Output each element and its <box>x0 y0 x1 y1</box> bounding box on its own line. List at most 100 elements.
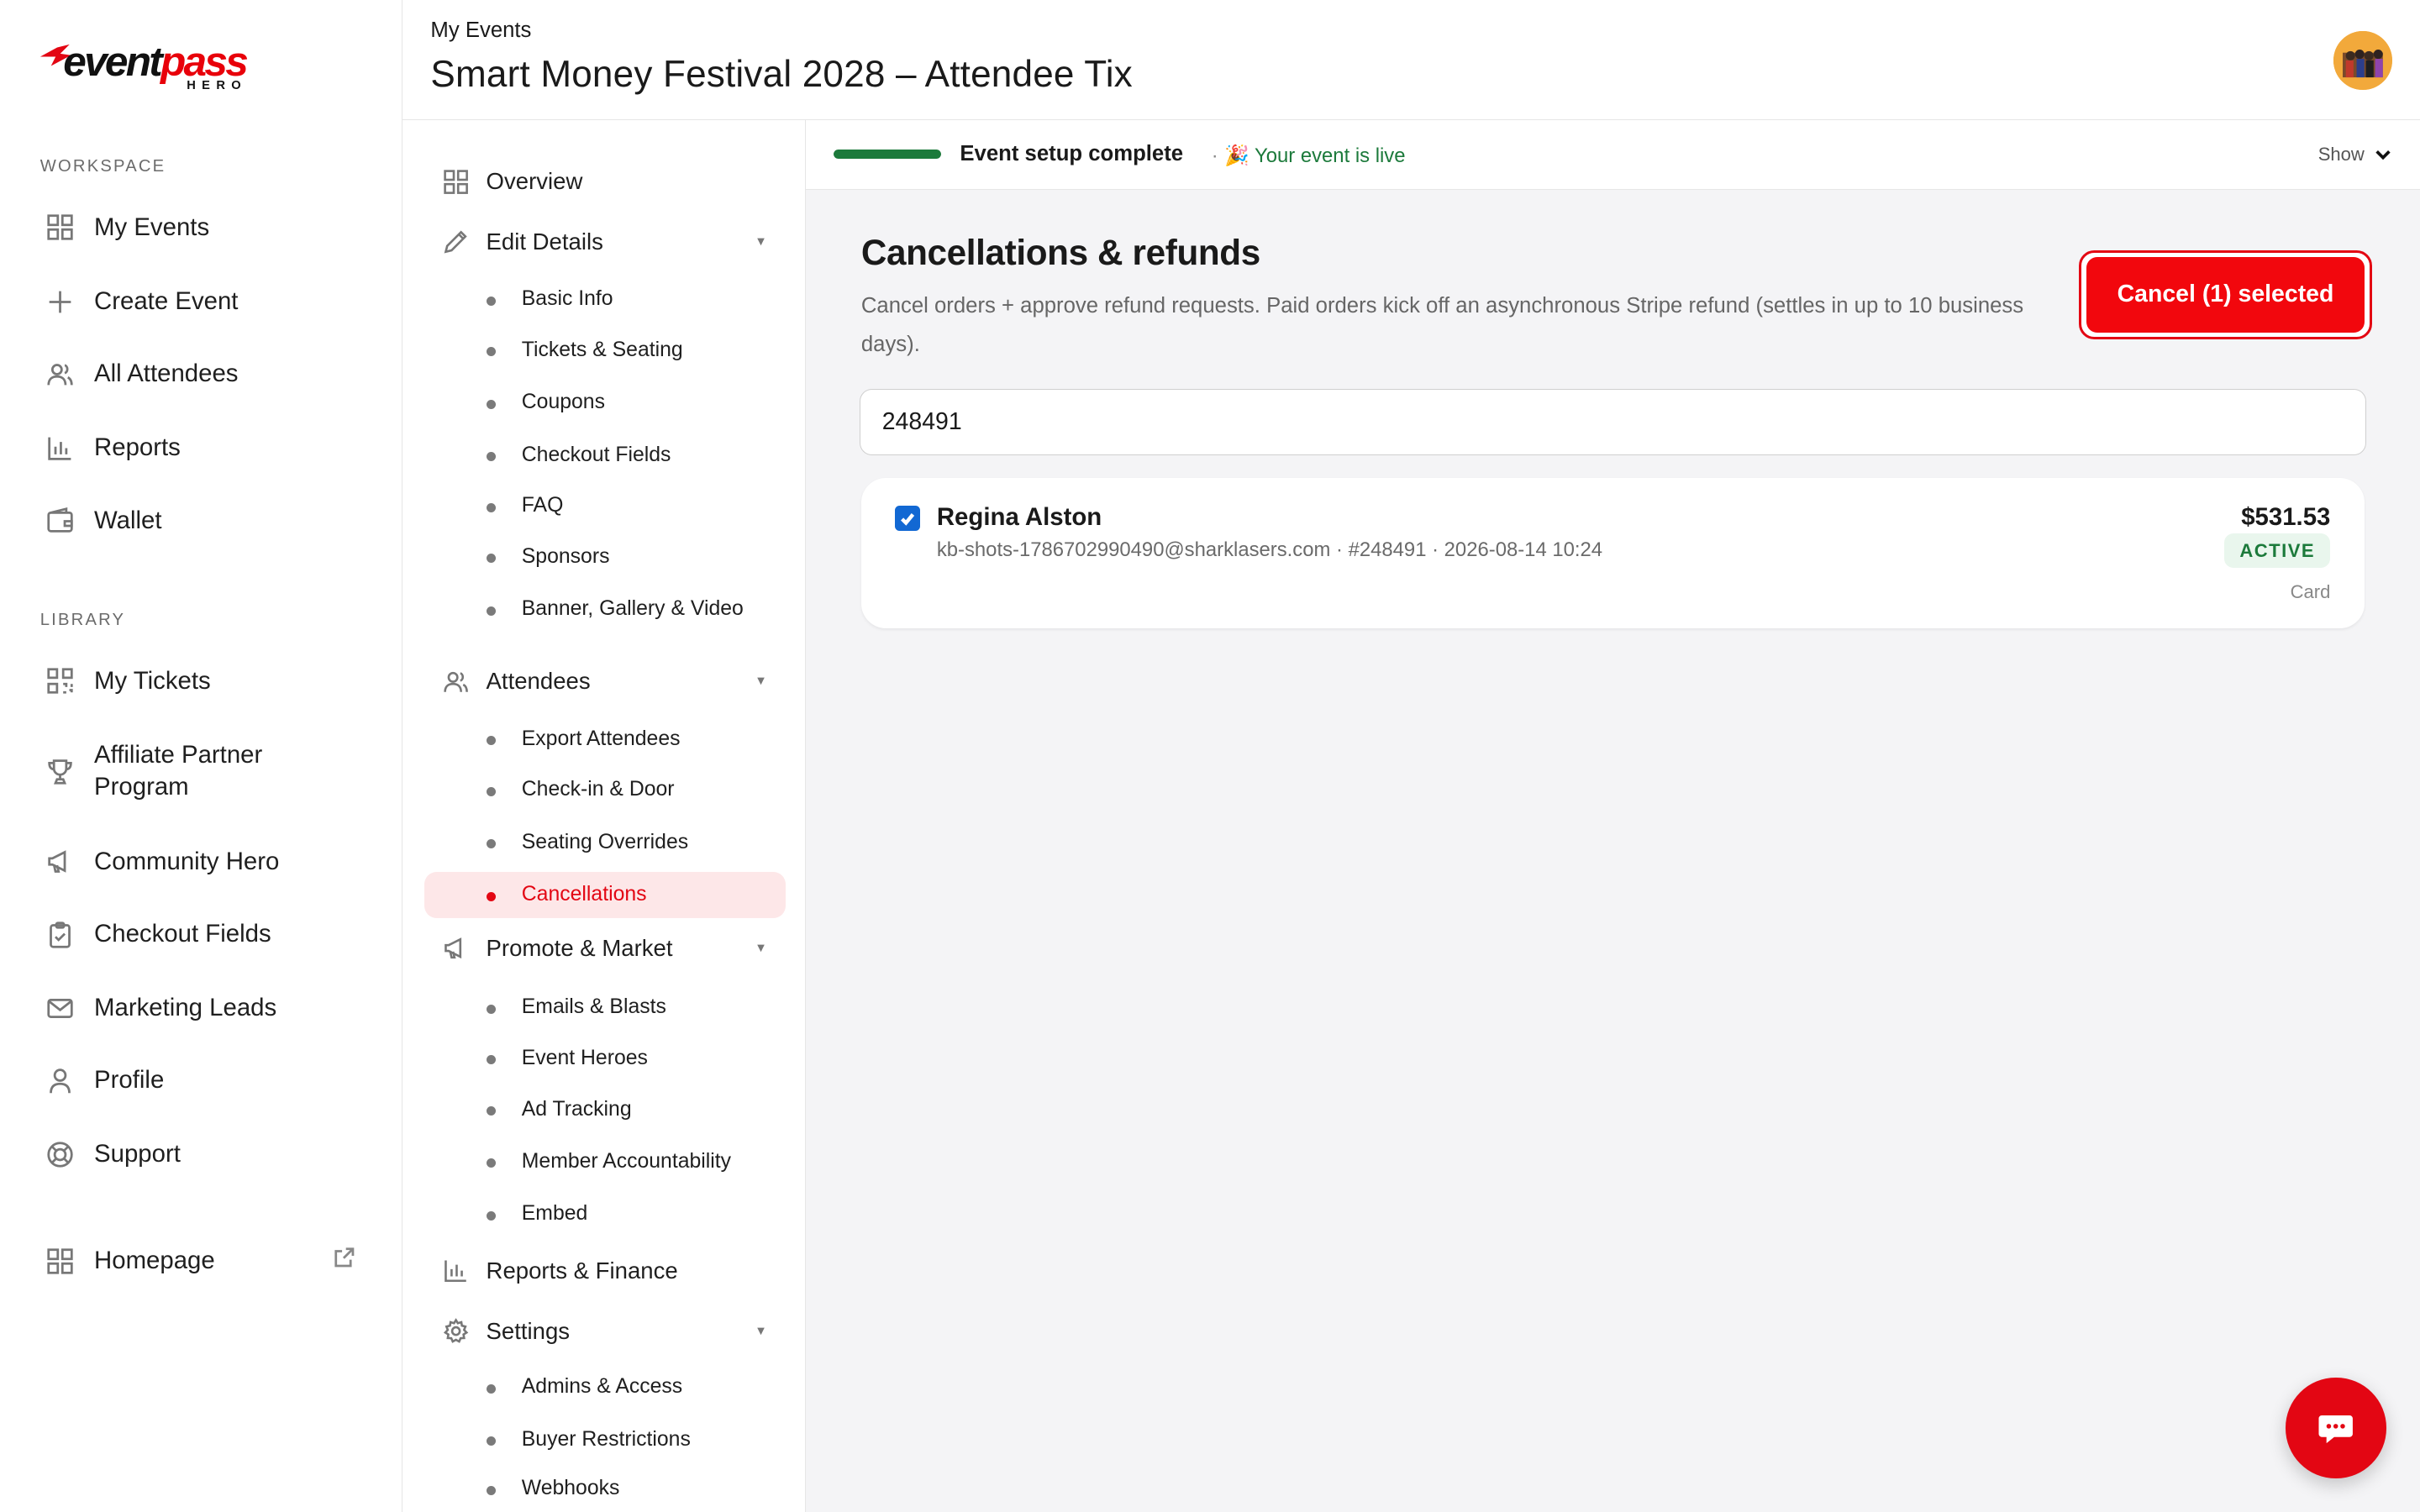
subnav-item-label: Ad Tracking <box>521 1097 632 1121</box>
nav-all-attendees[interactable]: All Attendees <box>40 358 365 391</box>
subnav-overview[interactable]: Overview <box>443 168 767 195</box>
subnav-emails-blasts[interactable]: Emails & Blasts <box>424 984 786 1031</box>
subnav-item-label: Webhooks <box>521 1477 620 1500</box>
caret-down-icon: ▼ <box>755 234 767 249</box>
subnav-item-label: Event Heroes <box>521 1046 648 1069</box>
page-header: My Events Smart Money Festival 2028 – At… <box>402 0 2420 121</box>
main-content: Event setup complete · 🎉 Your event is li… <box>805 120 2420 1512</box>
chat-button[interactable] <box>2286 1378 2386 1478</box>
nav-label: All Attendees <box>94 360 239 388</box>
order-amount: $531.53 <box>2241 502 2331 531</box>
users-icon <box>46 359 89 390</box>
subnav-promote-market[interactable]: Promote & Market ▼ <box>443 935 767 962</box>
subnav-event-heroes[interactable]: Event Heroes <box>424 1035 786 1081</box>
subnav-reports-finance[interactable]: Reports & Finance <box>443 1257 767 1284</box>
pencil-icon <box>443 228 486 255</box>
bullet-icon <box>486 1383 496 1394</box>
event-live-text: 🎉 Your event is live <box>1224 144 1406 167</box>
subnav-buyer-restrictions[interactable]: Buyer Restrictions <box>424 1416 786 1462</box>
subnav-cancellations[interactable]: Cancellations <box>424 871 786 918</box>
subnav-sponsors[interactable]: Sponsors <box>424 533 786 580</box>
subnav-attendees[interactable]: Attendees ▼ <box>443 668 767 695</box>
subnav-webhooks[interactable]: Webhooks <box>424 1466 786 1512</box>
nav-wallet[interactable]: Wallet <box>40 505 365 538</box>
order-meta: kb-shots-1786702990490@sharklasers.com ·… <box>936 538 1603 561</box>
nav-profile[interactable]: Profile <box>40 1064 365 1097</box>
subnav-check-in-door[interactable]: Check-in & Door <box>424 767 786 813</box>
show-toggle[interactable]: Show <box>2318 144 2392 165</box>
bullet-icon <box>486 891 496 901</box>
nav-label: Community Hero <box>94 847 280 875</box>
subnav-checkout-fields[interactable]: Checkout Fields <box>424 432 786 478</box>
nav-homepage[interactable]: Homepage <box>40 1245 365 1278</box>
subnav-label: Edit Details <box>486 228 603 255</box>
order-card[interactable]: Regina Alston kb-shots-1786702990490@sha… <box>860 478 2365 628</box>
nav-affiliate-partner-program[interactable]: Affiliate Partner Program <box>40 739 365 804</box>
users-icon <box>443 669 486 695</box>
bullet-icon <box>486 1004 496 1014</box>
nav-checkout-fields[interactable]: Checkout Fields <box>40 918 365 951</box>
breadcrumb[interactable]: My Events <box>430 18 531 43</box>
subnav-seating-overrides[interactable]: Seating Overrides <box>424 819 786 865</box>
event-live-status: · 🎉 Your event is live <box>1211 144 1406 167</box>
grid-icon <box>46 213 89 244</box>
subnav-label: Reports & Finance <box>486 1257 678 1284</box>
bullet-icon <box>486 554 496 564</box>
nav-my-events[interactable]: My Events <box>40 212 365 244</box>
nav-label: Affiliate Partner Program <box>94 740 263 801</box>
order-select-checkbox[interactable] <box>895 506 920 531</box>
event-subnav: Overview Edit Details ▼ Basic Info Ticke… <box>402 120 806 1512</box>
nav-label: Profile <box>94 1066 165 1095</box>
nav-community-hero[interactable]: Community Hero <box>40 846 365 879</box>
setup-progress-fill <box>833 150 942 160</box>
nav-label: Reports <box>94 433 181 462</box>
subnav-edit-details[interactable]: Edit Details ▼ <box>443 228 767 255</box>
order-search-input[interactable] <box>860 388 2366 455</box>
subnav-admins-access[interactable]: Admins & Access <box>424 1364 786 1410</box>
subnav-tickets-seating[interactable]: Tickets & Seating <box>424 327 786 373</box>
subnav-member-accountability[interactable]: Member Accountability <box>424 1138 786 1184</box>
eventpass-logo[interactable]: eventpass HERO <box>39 37 271 98</box>
bullet-icon <box>486 1055 496 1065</box>
logo-wordmark: eventpass <box>63 37 248 85</box>
trophy-icon <box>46 756 89 787</box>
nav-marketing-leads[interactable]: Marketing Leads <box>40 992 365 1025</box>
external-link-icon[interactable] <box>334 1247 355 1268</box>
subnav-export-attendees[interactable]: Export Attendees <box>424 716 786 762</box>
chevron-down-icon <box>2375 150 2391 160</box>
subnav-banner-gallery-video[interactable]: Banner, Gallery & Video <box>424 586 786 633</box>
section-title: Cancellations & refunds <box>860 233 1260 273</box>
subnav-label: Attendees <box>486 668 591 695</box>
megaphone-icon <box>46 846 89 877</box>
nav-label: Create Event <box>94 286 239 315</box>
subnav-basic-info[interactable]: Basic Info <box>424 276 786 323</box>
subnav-item-label: Basic Info <box>521 287 613 311</box>
subnav-item-label: Banner, Gallery & Video <box>521 597 744 621</box>
clipboard-icon <box>46 919 89 950</box>
subnav-item-label: Embed <box>521 1202 588 1226</box>
avatar-image <box>2333 30 2392 90</box>
subnav-settings[interactable]: Settings ▼ <box>443 1318 767 1345</box>
chat-bubble-icon <box>2318 1415 2354 1444</box>
payment-method: Card <box>2290 581 2331 603</box>
bullet-icon <box>486 1210 496 1221</box>
avatar[interactable] <box>2333 30 2392 90</box>
subnav-coupons[interactable]: Coupons <box>424 380 786 426</box>
nav-my-tickets[interactable]: My Tickets <box>40 665 365 698</box>
attendee-name: Regina Alston <box>936 502 1102 531</box>
subnav-item-label: Seating Overrides <box>521 830 689 853</box>
nav-reports[interactable]: Reports <box>40 432 365 465</box>
subnav-embed[interactable]: Embed <box>424 1191 786 1237</box>
sidebar: eventpass HERO WORKSPACE My Events Creat… <box>0 0 403 1512</box>
megaphone-icon <box>443 935 486 961</box>
nav-label: Checkout Fields <box>94 919 271 948</box>
nav-create-event[interactable]: Create Event <box>40 286 365 318</box>
bullet-icon <box>486 839 496 849</box>
subnav-faq[interactable]: FAQ <box>424 483 786 529</box>
subnav-item-label: Cancellations <box>521 883 647 906</box>
caret-down-icon: ▼ <box>755 942 767 956</box>
caret-down-icon: ▼ <box>755 675 767 689</box>
nav-support[interactable]: Support <box>40 1138 365 1171</box>
cancel-selected-button[interactable]: Cancel (1) selected <box>2079 249 2372 340</box>
subnav-ad-tracking[interactable]: Ad Tracking <box>424 1086 786 1132</box>
